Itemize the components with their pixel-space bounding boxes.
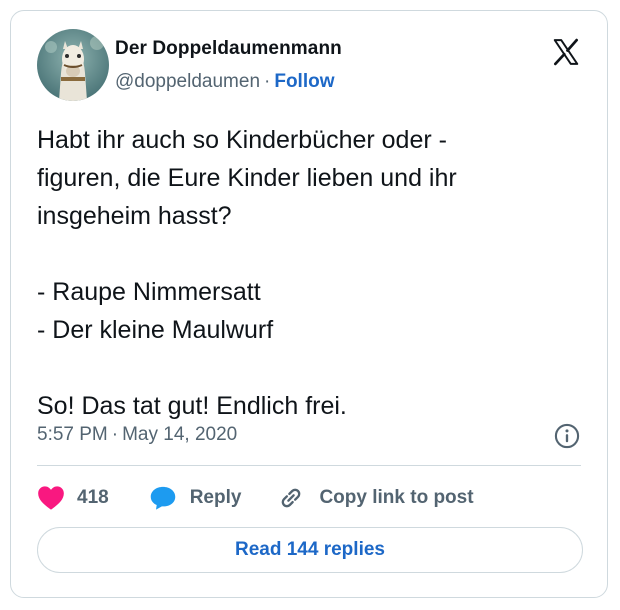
speech-bubble-icon	[150, 486, 175, 510]
x-logo-icon[interactable]	[551, 37, 581, 67]
follow-link[interactable]: Follow	[274, 71, 334, 92]
reply-button[interactable]: Reply	[149, 485, 242, 511]
horse-avatar-icon	[37, 29, 109, 101]
author-avatar[interactable]	[37, 29, 109, 101]
link-icon	[282, 488, 301, 508]
tweet-date[interactable]: May 14, 2020	[122, 424, 237, 445]
copy-link-button[interactable]: Copy link to post	[277, 484, 474, 512]
action-bar: 418 Reply Copy link to post	[37, 481, 474, 515]
like-count: 418	[77, 487, 109, 508]
tweet-embed-card: Der Doppeldaumenmann @doppeldaumen · Follo…	[10, 10, 608, 598]
like-button[interactable]: 418	[37, 485, 109, 511]
timestamp-separator: ·	[111, 424, 119, 445]
author-handle[interactable]: @doppeldaumen	[115, 71, 260, 92]
tweet-time[interactable]: 5:57 PM	[37, 424, 108, 445]
tweet-timestamp: 5:57 PM · May 14, 2020	[37, 424, 237, 446]
tweet-text: Habt ihr auch so Kinderbücher oder - fig…	[37, 126, 457, 420]
divider	[37, 465, 581, 466]
author-display-name[interactable]: Der Doppeldaumenmann	[115, 38, 342, 60]
heart-icon	[38, 486, 64, 510]
reply-label: Reply	[189, 487, 242, 508]
copy-link-label: Copy link to post	[319, 487, 474, 508]
author-handle-line: @doppeldaumen · Follow	[115, 71, 335, 93]
info-icon[interactable]	[553, 422, 581, 450]
read-replies-button[interactable]: Read 144 replies	[37, 527, 583, 573]
handle-separator: ·	[264, 71, 271, 92]
